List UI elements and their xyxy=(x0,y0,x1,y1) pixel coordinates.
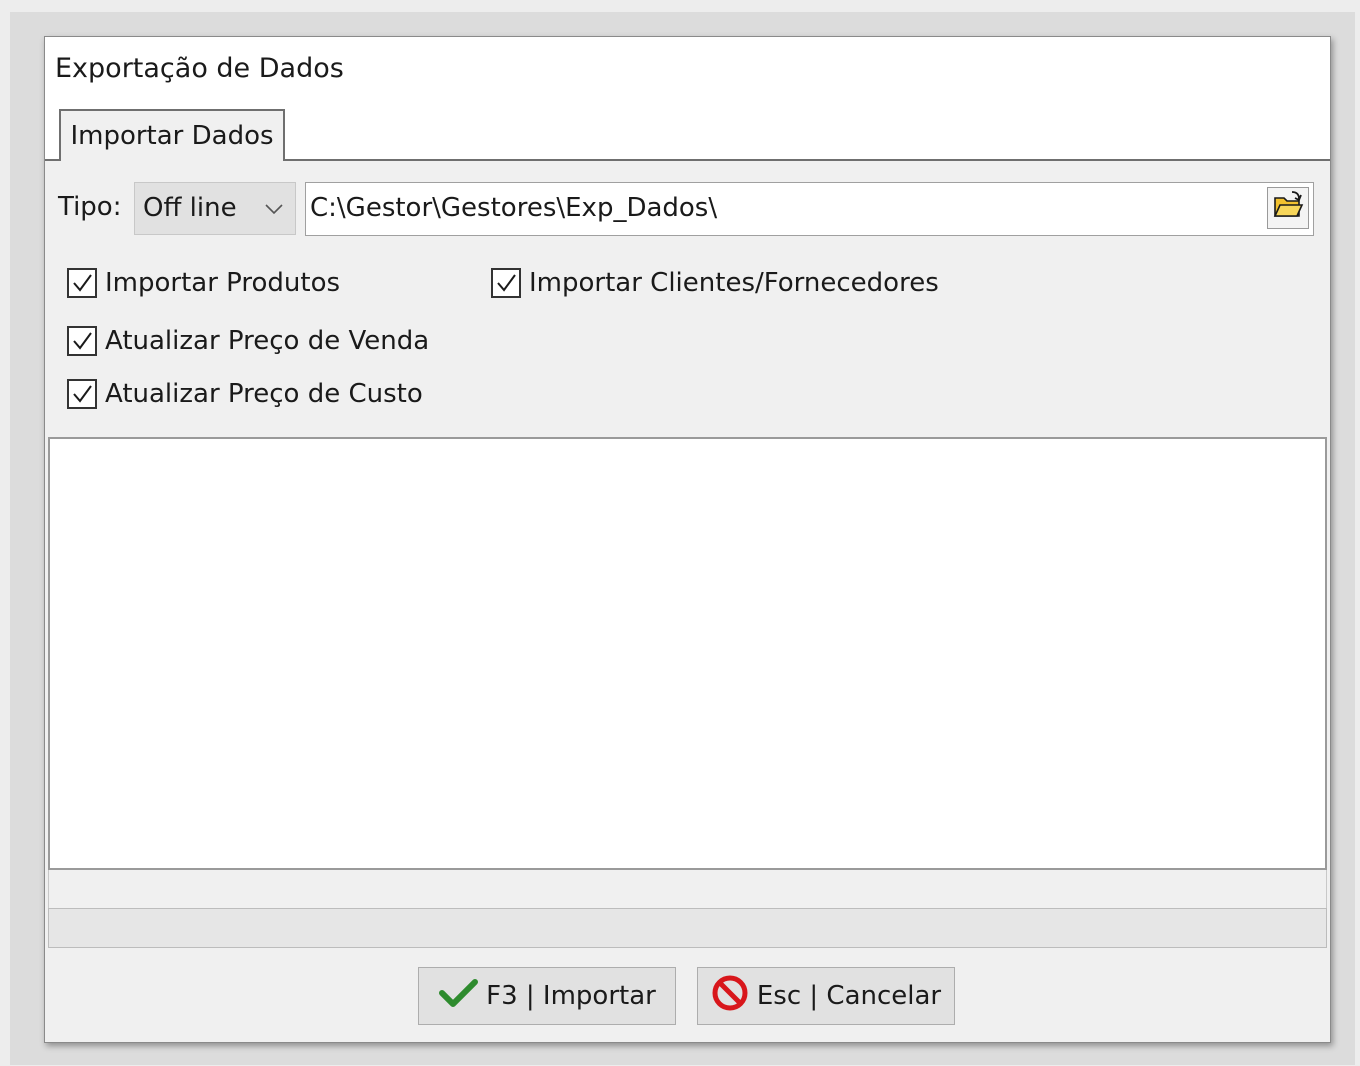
checkbox-box[interactable] xyxy=(67,326,97,356)
checkbox-importar-clientes[interactable]: Importar Clientes/Fornecedores xyxy=(491,268,939,298)
checkbox-label: Importar Clientes/Fornecedores xyxy=(529,268,939,298)
browse-folder-button[interactable] xyxy=(1267,187,1309,229)
checkmark-icon xyxy=(73,274,92,292)
window-title: Exportação de Dados xyxy=(55,53,344,84)
checkbox-label: Atualizar Preço de Venda xyxy=(105,326,430,356)
path-input[interactable] xyxy=(310,189,1240,227)
status-strip xyxy=(48,870,1327,908)
export-dialog: Exportação de Dados Importar Dados Tipo:… xyxy=(44,36,1331,1043)
checkbox-box[interactable] xyxy=(491,268,521,298)
tipo-select[interactable]: Off line xyxy=(134,182,296,235)
tipo-selected-value: Off line xyxy=(143,193,237,223)
import-button-label: F3 | Importar xyxy=(486,981,656,1011)
checkbox-label: Importar Produtos xyxy=(105,268,341,298)
cancel-button-label: Esc | Cancelar xyxy=(756,981,942,1011)
tab-importar-dados[interactable]: Importar Dados xyxy=(59,109,285,161)
log-memo[interactable] xyxy=(48,437,1327,870)
checkmark-icon xyxy=(73,332,92,350)
checkbox-importar-produtos[interactable]: Importar Produtos xyxy=(67,268,340,298)
cancel-button[interactable]: Esc | Cancelar xyxy=(697,967,955,1025)
tab-label: Importar Dados xyxy=(70,121,274,151)
checkbox-box[interactable] xyxy=(67,268,97,298)
tipo-label: Tipo: xyxy=(58,192,122,222)
chevron-down-icon xyxy=(263,197,285,227)
check-icon xyxy=(438,977,479,1016)
checkbox-box[interactable] xyxy=(67,379,97,409)
checkbox-label: Atualizar Preço de Custo xyxy=(105,379,423,409)
progress-bar xyxy=(48,908,1327,948)
checkmark-icon xyxy=(497,274,516,292)
checkbox-atualizar-preco-venda[interactable]: Atualizar Preço de Venda xyxy=(67,326,429,356)
checkmark-icon xyxy=(73,385,92,403)
path-field xyxy=(305,182,1314,236)
title-bar: Exportação de Dados xyxy=(45,37,1330,111)
open-folder-icon xyxy=(1272,190,1304,227)
cancel-icon xyxy=(711,974,749,1019)
import-button[interactable]: F3 | Importar xyxy=(418,967,676,1025)
checkbox-atualizar-preco-custo[interactable]: Atualizar Preço de Custo xyxy=(67,379,423,409)
